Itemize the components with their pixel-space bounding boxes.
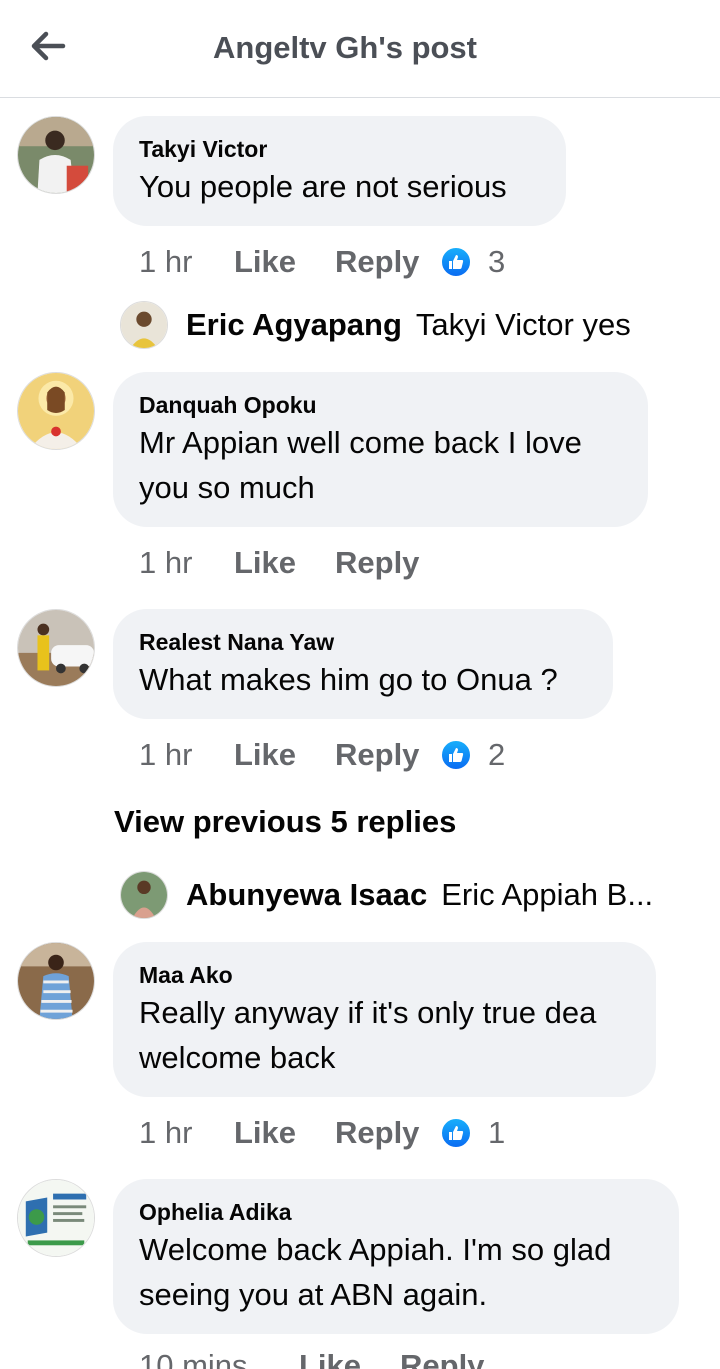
- reaction-summary[interactable]: 2: [440, 737, 505, 773]
- comment-bubble[interactable]: Danquah Opoku Mr Appian well come back I…: [113, 372, 648, 527]
- reply-button[interactable]: Reply: [335, 1115, 440, 1151]
- comment-bubble[interactable]: Maa Ako Really anyway if it's only true …: [113, 942, 656, 1097]
- comment-time[interactable]: 1 hr: [139, 545, 234, 581]
- comment-actions: 10 mins Like Reply: [139, 1348, 505, 1369]
- comment-text: you so much: [139, 470, 315, 505]
- comment-time[interactable]: 10 mins: [139, 1348, 299, 1369]
- comment-time[interactable]: 1 hr: [139, 244, 234, 280]
- reply-text: Eric Appiah B...: [441, 877, 654, 912]
- comment-author[interactable]: Realest Nana Yaw: [139, 627, 587, 657]
- comment-author[interactable]: Maa Ako: [139, 960, 630, 990]
- comment-text: Mr Appian well come back I love: [139, 425, 582, 460]
- like-button[interactable]: Like: [299, 1348, 400, 1369]
- avatar[interactable]: [17, 1179, 95, 1257]
- comment-bubble[interactable]: Takyi Victor You people are not serious: [113, 116, 566, 226]
- comment-text: Really anyway if it's only true dea: [139, 995, 597, 1030]
- comment-actions: 1 hr Like Reply 1: [139, 1113, 505, 1153]
- like-button[interactable]: Like: [234, 545, 335, 581]
- avatar[interactable]: [120, 871, 168, 919]
- comment-author[interactable]: Danquah Opoku: [139, 390, 622, 420]
- comment-text: What makes him go to Onua ?: [139, 662, 558, 697]
- like-button[interactable]: Like: [234, 1115, 335, 1151]
- like-button[interactable]: Like: [234, 737, 335, 773]
- reaction-summary[interactable]: 3: [440, 244, 505, 280]
- avatar[interactable]: [17, 116, 95, 194]
- reply-button[interactable]: Reply: [400, 1348, 505, 1369]
- reply-preview[interactable]: Abunyewa Isaac Eric Appiah B...: [120, 870, 653, 920]
- avatar[interactable]: [120, 301, 168, 349]
- thumbs-up-icon: [440, 246, 472, 278]
- page-title: Angeltv Gh's post: [213, 30, 477, 65]
- like-button[interactable]: Like: [234, 244, 335, 280]
- reaction-count: 1: [488, 1115, 506, 1150]
- reply-button[interactable]: Reply: [335, 545, 440, 581]
- avatar[interactable]: [17, 372, 95, 450]
- comment-text: seeing you at ABN again.: [139, 1277, 488, 1312]
- thumbs-up-icon: [440, 739, 472, 771]
- reply-author[interactable]: Abunyewa Isaac: [186, 877, 427, 913]
- comment-bubble[interactable]: Realest Nana Yaw What makes him go to On…: [113, 609, 613, 719]
- thumbs-up-icon: [440, 1117, 472, 1149]
- comment-actions: 1 hr Like Reply 3: [139, 242, 505, 282]
- comment-bubble[interactable]: Ophelia Adika Welcome back Appiah. I'm s…: [113, 1179, 679, 1334]
- reaction-count: 3: [488, 244, 506, 279]
- top-bar: Angeltv Gh's post: [0, 0, 720, 98]
- reply-button[interactable]: Reply: [335, 244, 440, 280]
- comment-actions: 1 hr Like Reply: [139, 543, 440, 583]
- comment-text: You people are not serious: [139, 169, 507, 204]
- reply-preview[interactable]: Eric Agyapang Takyi Victor yes: [120, 300, 631, 350]
- comment-actions: 1 hr Like Reply 2: [139, 735, 505, 775]
- comment-time[interactable]: 1 hr: [139, 737, 234, 773]
- reaction-count: 2: [488, 737, 506, 772]
- avatar[interactable]: [17, 942, 95, 1020]
- comment-text: welcome back: [139, 1040, 336, 1075]
- avatar[interactable]: [17, 609, 95, 687]
- comment-author[interactable]: Ophelia Adika: [139, 1197, 653, 1227]
- view-previous-replies-link[interactable]: View previous 5 replies: [114, 804, 456, 840]
- comment-text: Welcome back Appiah. I'm so glad: [139, 1232, 612, 1267]
- reply-text: Takyi Victor yes: [415, 307, 631, 342]
- reaction-summary[interactable]: 1: [440, 1115, 505, 1151]
- comment-author[interactable]: Takyi Victor: [139, 134, 540, 164]
- reply-author[interactable]: Eric Agyapang: [186, 307, 402, 343]
- comment-time[interactable]: 1 hr: [139, 1115, 234, 1151]
- reply-button[interactable]: Reply: [335, 737, 440, 773]
